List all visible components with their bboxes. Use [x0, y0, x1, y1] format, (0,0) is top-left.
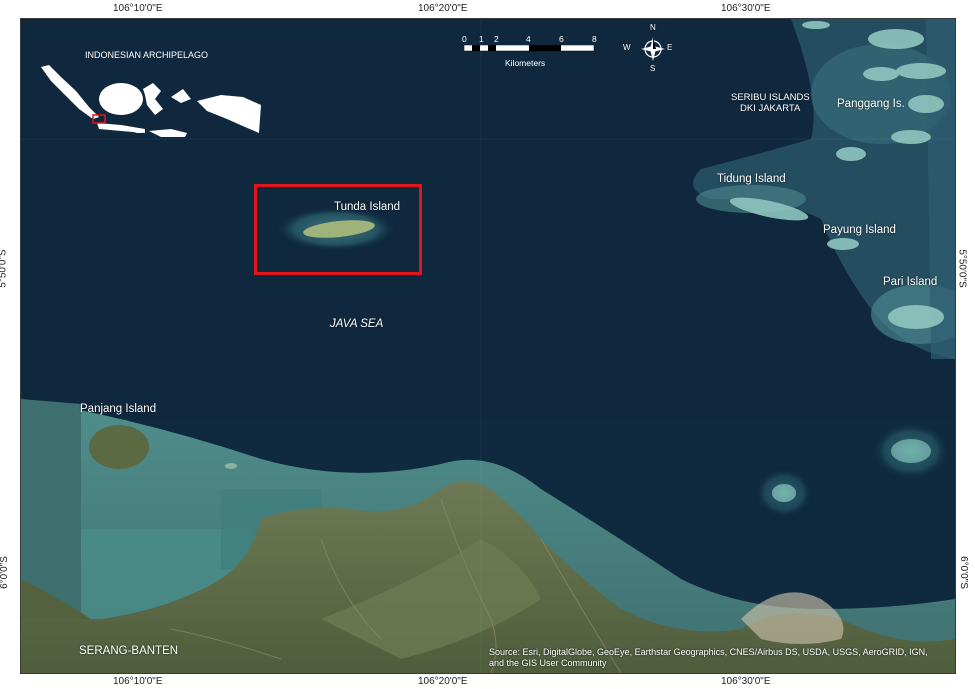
tunda-highlight-box: [254, 184, 422, 275]
left-coord-2: 6°0'0"S: [0, 556, 10, 589]
label-serang: SERANG-BANTEN: [79, 645, 179, 657]
left-coord-1: 5°50'0"S: [0, 249, 9, 288]
label-java-sea: JAVA SEA: [330, 318, 384, 330]
scale-tick-8: 8: [592, 34, 597, 44]
label-payung: Payung Island: [823, 224, 896, 236]
source-line-2: and the GIS User Community: [489, 658, 607, 668]
scale-tick-0: 0: [462, 34, 467, 44]
satellite-map: [21, 19, 955, 673]
scale-tick-2: 2: [494, 34, 499, 44]
label-tidung: Tidung Island: [717, 173, 786, 185]
label-tunda: Tunda Island: [334, 201, 401, 213]
source-line-1: Source: Esri, DigitalGlobe, GeoEye, Eart…: [489, 647, 928, 657]
label-panjang: Panjang Island: [80, 403, 157, 415]
right-coord-2: 6°0'0"S: [957, 556, 969, 589]
scale-bar-graphic: [464, 45, 595, 52]
top-coord-2: 106°20'0"E: [418, 3, 468, 14]
top-coord-3: 106°30'0"E: [721, 3, 771, 14]
scale-bar: 0 1 2 4 6 8 Kilometers: [462, 34, 602, 74]
inset-title: INDONESIAN ARCHIPELAGO: [85, 50, 209, 60]
scale-tick-6: 6: [559, 34, 564, 44]
right-coord-1: 5°50'0"S: [956, 249, 968, 288]
scale-tick-4: 4: [526, 34, 531, 44]
top-coord-1: 106°10'0"E: [113, 3, 163, 14]
label-panggang: Panggang Is.: [837, 98, 905, 110]
label-pari: Pari Island: [883, 276, 938, 288]
compass-rose-icon: N S W E: [623, 23, 673, 75]
source-attribution: Source: Esri, DigitalGlobe, GeoEye, Eart…: [489, 647, 955, 669]
south-label: S: [650, 64, 656, 73]
scale-unit: Kilometers: [505, 58, 546, 68]
bottom-coord-3: 106°30'0"E: [721, 676, 771, 687]
map-frame[interactable]: INDONESIAN ARCHIPELAGO 0 1 2 4 6 8 Kilom…: [20, 18, 956, 674]
west-label: W: [623, 43, 631, 52]
scale-tick-1: 1: [479, 34, 484, 44]
bottom-coord-2: 106°20'0"E: [418, 676, 468, 687]
east-label: E: [667, 43, 673, 52]
label-dki-jakarta: DKI JAKARTA: [740, 103, 801, 114]
north-label: N: [650, 23, 656, 32]
label-seribu-islands: SERIBU ISLANDS: [731, 92, 810, 103]
bottom-coord-1: 106°10'0"E: [113, 676, 163, 687]
